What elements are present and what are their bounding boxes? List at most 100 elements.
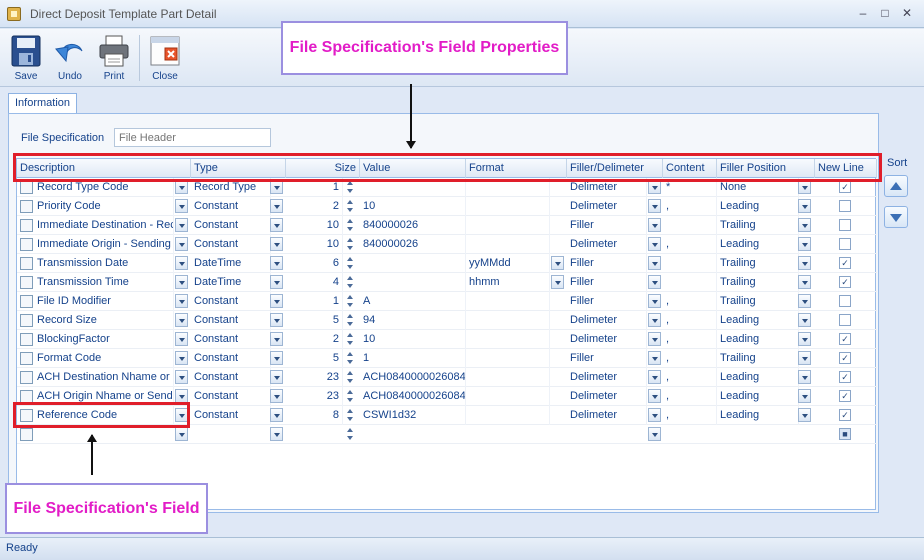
filler-delimeter-cell[interactable]: Filler [567,349,647,368]
size-cell[interactable]: 2 [286,330,343,349]
content-cell[interactable]: , [663,387,717,406]
new-line-checkbox[interactable]: ■ [839,428,851,440]
type-cell[interactable]: Constant [191,292,271,311]
size-cell[interactable]: 4 [286,273,343,292]
format-cell[interactable] [466,235,550,254]
delete-row-icon[interactable] [20,257,33,270]
value-cell[interactable]: ACH0840000026084( [360,368,466,387]
value-cell[interactable] [360,254,466,273]
filler-position-dropdown-icon[interactable] [798,294,811,308]
filler-delimeter-cell[interactable]: Filler [567,254,647,273]
size-spinner-icon[interactable] [345,293,356,309]
type-cell[interactable]: Constant [191,197,271,216]
filler-delimeter-cell[interactable]: Filler [567,216,647,235]
value-cell[interactable]: 1 [360,349,466,368]
filler-position-cell[interactable]: Leading [717,330,799,349]
filler-position-cell[interactable]: Leading [717,197,799,216]
content-cell[interactable]: , [663,349,717,368]
type-cell[interactable]: Constant [191,406,271,425]
filler-position-dropdown-icon[interactable] [798,351,811,365]
filler-delimeter-cell[interactable]: Filler [567,292,647,311]
type-dropdown-icon[interactable] [270,408,283,422]
delete-row-icon[interactable] [20,219,33,232]
format-cell[interactable]: hhmm [466,273,550,292]
new-line-checkbox[interactable] [839,295,851,307]
description-dropdown-icon[interactable] [175,313,188,327]
type-dropdown-icon[interactable] [270,427,283,441]
value-cell[interactable]: 10 [360,197,466,216]
type-cell[interactable]: Constant [191,311,271,330]
filler-position-cell[interactable]: Leading [717,406,799,425]
type-cell[interactable]: Constant [191,349,271,368]
filler-position-dropdown-icon[interactable] [798,313,811,327]
delete-row-icon[interactable] [20,428,33,441]
new-line-checkbox[interactable]: ✓ [839,257,851,269]
format-cell[interactable] [466,292,550,311]
size-cell[interactable]: 23 [286,368,343,387]
size-cell[interactable]: 2 [286,197,343,216]
type-cell[interactable]: DateTime [191,273,271,292]
type-dropdown-icon[interactable] [270,370,283,384]
description-cell[interactable]: Immediate Destination - Rece [34,216,174,235]
format-cell[interactable] [466,311,550,330]
description-dropdown-icon[interactable] [175,199,188,213]
format-cell[interactable] [466,349,550,368]
type-cell[interactable]: Constant [191,330,271,349]
filler-delimeter-cell[interactable]: Delimeter [567,406,647,425]
filler-delimeter-dropdown-icon[interactable] [648,218,661,232]
new-line-checkbox[interactable]: ✓ [839,181,851,193]
description-cell[interactable]: Transmission Time [34,273,174,292]
description-dropdown-icon[interactable] [175,351,188,365]
content-cell[interactable]: , [663,406,717,425]
delete-row-icon[interactable] [20,352,33,365]
new-line-checkbox[interactable]: ✓ [839,371,851,383]
type-dropdown-icon[interactable] [270,180,283,194]
filler-delimeter-cell[interactable]: Delimeter [567,330,647,349]
size-cell[interactable]: 5 [286,349,343,368]
content-cell[interactable]: , [663,292,717,311]
size-spinner-icon[interactable] [345,312,356,328]
size-cell[interactable]: 6 [286,254,343,273]
delete-row-icon[interactable] [20,295,33,308]
filler-delimeter-dropdown-icon[interactable] [648,370,661,384]
type-dropdown-icon[interactable] [270,256,283,270]
delete-row-icon[interactable] [20,200,33,213]
format-cell[interactable] [466,387,550,406]
content-cell[interactable]: , [663,197,717,216]
description-cell[interactable]: Immediate Origin - Sending P [34,235,174,254]
sort-up-button[interactable] [884,175,908,197]
new-line-checkbox[interactable] [839,219,851,231]
content-cell[interactable]: , [663,330,717,349]
size-spinner-icon[interactable] [345,255,356,271]
type-dropdown-icon[interactable] [270,218,283,232]
filler-position-dropdown-icon[interactable] [798,199,811,213]
description-dropdown-icon[interactable] [175,237,188,251]
new-line-checkbox[interactable]: ✓ [839,333,851,345]
filler-delimeter-dropdown-icon[interactable] [648,313,661,327]
description-cell[interactable]: BlockingFactor [34,330,174,349]
close-button[interactable]: Close [146,33,184,85]
format-cell[interactable] [466,406,550,425]
restore-button[interactable]: □ [876,4,894,22]
description-dropdown-icon[interactable] [175,275,188,289]
filler-position-dropdown-icon[interactable] [798,275,811,289]
content-cell[interactable]: , [663,311,717,330]
filler-delimeter-dropdown-icon[interactable] [648,389,661,403]
type-cell[interactable]: Constant [191,235,271,254]
filler-position-cell[interactable]: Leading [717,387,799,406]
size-spinner-icon[interactable] [345,407,356,423]
type-dropdown-icon[interactable] [270,237,283,251]
filler-delimeter-dropdown-icon[interactable] [648,332,661,346]
description-dropdown-icon[interactable] [175,218,188,232]
filler-position-cell[interactable]: Leading [717,235,799,254]
format-dropdown-icon[interactable] [551,256,564,270]
close-window-button[interactable]: ✕ [898,4,916,22]
print-button[interactable]: Print [95,33,133,85]
filler-position-dropdown-icon[interactable] [798,408,811,422]
type-cell[interactable]: DateTime [191,254,271,273]
content-cell[interactable]: , [663,368,717,387]
size-spinner-icon[interactable] [345,426,356,442]
filler-position-dropdown-icon[interactable] [798,256,811,270]
value-cell[interactable] [360,273,466,292]
filler-position-dropdown-icon[interactable] [798,180,811,194]
